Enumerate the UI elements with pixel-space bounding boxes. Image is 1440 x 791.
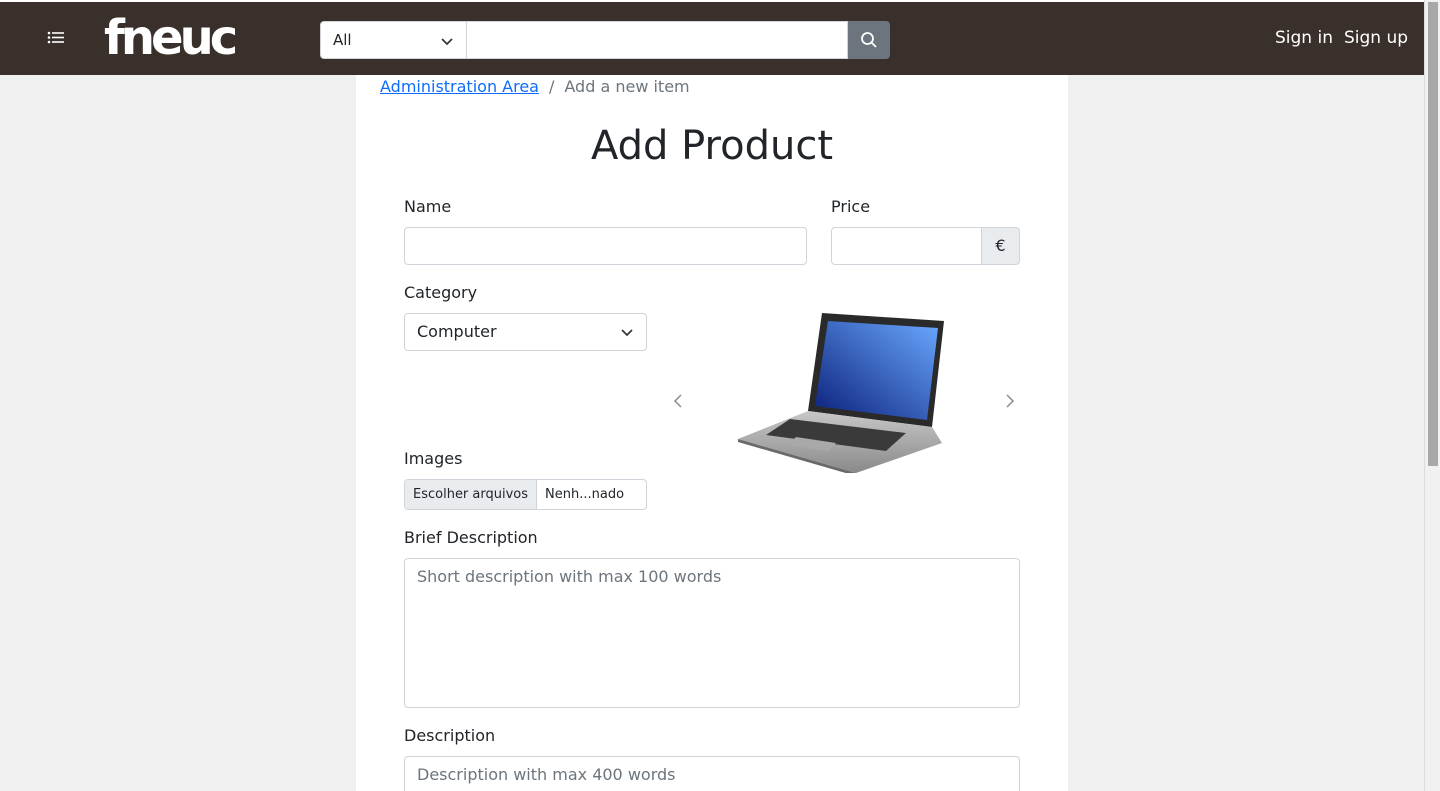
file-input[interactable]: Escolher arquivos Nenh...nado <box>404 479 647 510</box>
brief-description-label: Brief Description <box>404 528 538 547</box>
form-card: Administration Area / Add a new item Add… <box>356 75 1068 791</box>
image-carousel <box>668 303 1020 493</box>
breadcrumb-admin-link[interactable]: Administration Area <box>380 77 539 96</box>
menu-list-icon[interactable] <box>42 26 68 50</box>
scrollbar-thumb[interactable] <box>1428 2 1438 466</box>
category-label: Category <box>404 283 478 302</box>
breadcrumb: Administration Area / Add a new item <box>380 77 690 96</box>
description-label: Description <box>404 726 496 745</box>
sign-in-link[interactable]: Sign in <box>1275 28 1333 48</box>
price-field[interactable] <box>831 227 982 265</box>
breadcrumb-current: Add a new item <box>564 77 690 96</box>
choose-files-button[interactable]: Escolher arquivos <box>405 480 538 509</box>
category-value: Computer <box>417 322 497 341</box>
search-icon <box>861 32 877 48</box>
breadcrumb-separator: / <box>548 77 555 96</box>
chevron-left-icon <box>673 394 682 408</box>
description-textarea[interactable]: Description with max 400 words <box>404 756 1020 791</box>
currency-addon: € <box>981 227 1020 265</box>
carousel-next-button[interactable] <box>1000 391 1020 411</box>
scrollbar[interactable] <box>1424 0 1440 791</box>
chevron-down-icon <box>441 38 453 46</box>
page-title: Add Product <box>590 123 834 169</box>
search-input[interactable] <box>467 21 848 59</box>
sign-up-link[interactable]: Sign up <box>1344 28 1408 48</box>
description-placeholder: Description with max 400 words <box>417 765 676 784</box>
logo[interactable]: fneuc <box>104 8 238 68</box>
chevron-down-icon <box>621 329 633 337</box>
brief-description-placeholder: Short description with max 100 words <box>417 567 722 586</box>
search-button[interactable] <box>848 21 890 59</box>
images-label: Images <box>404 449 463 468</box>
search-category-select[interactable]: All <box>320 21 467 59</box>
name-label: Name <box>404 197 452 216</box>
carousel-prev-button[interactable] <box>668 391 688 411</box>
navbar: fneuc All Sign in Sign up <box>0 2 1424 75</box>
category-select[interactable]: Computer <box>404 313 647 351</box>
price-group: € <box>831 227 1020 265</box>
chevron-right-icon <box>1006 394 1015 408</box>
search-category-value: All <box>333 31 352 49</box>
price-label: Price <box>831 197 871 216</box>
file-status: Nenh...nado <box>545 487 625 502</box>
product-image <box>738 313 944 473</box>
name-field[interactable] <box>404 227 807 265</box>
brief-description-textarea[interactable]: Short description with max 100 words <box>404 558 1020 708</box>
